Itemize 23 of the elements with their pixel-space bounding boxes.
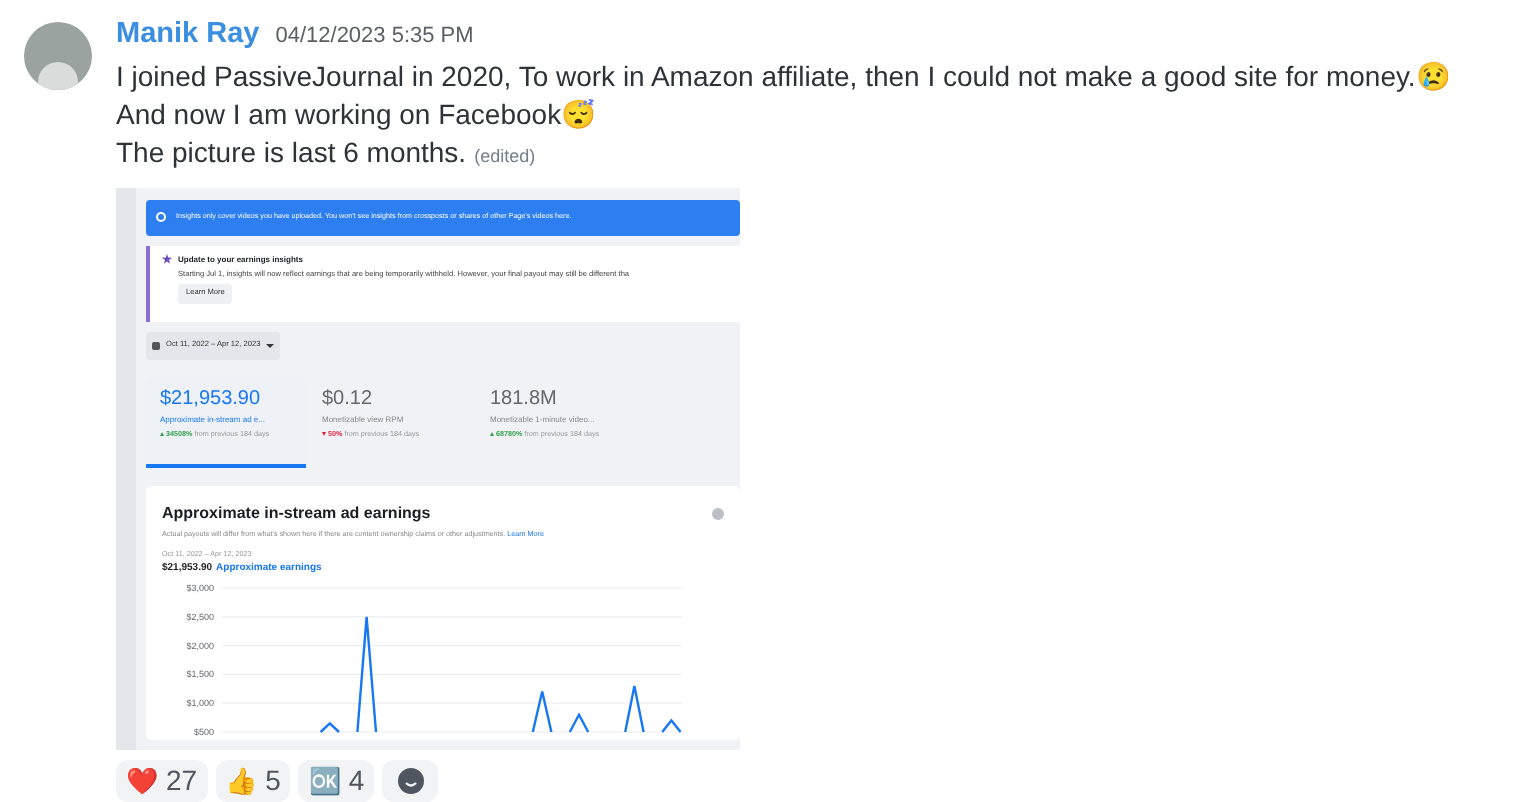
author-name[interactable]: Manik Ray	[116, 14, 260, 58]
reaction-button[interactable]: 🆗 4	[298, 759, 375, 802]
metric-value: $21,953.90	[160, 387, 263, 412]
info-icon	[712, 507, 724, 520]
message-text: And now I am working on Facebook😴	[116, 97, 596, 130]
add-reaction-button[interactable]	[382, 759, 439, 802]
edited-label: (edited)	[474, 145, 536, 166]
smiley-icon	[397, 767, 424, 794]
metric-value: $0.12	[322, 387, 375, 412]
screenshot-attachment[interactable]	[116, 187, 740, 750]
calendar-icon	[152, 341, 160, 350]
info-icon	[156, 212, 166, 223]
chart-title: Approximate in-stream ad earnings	[162, 501, 431, 526]
reaction-button[interactable]: 👍 5	[215, 759, 291, 802]
caret-icon	[266, 343, 275, 348]
reaction-button[interactable]: ❤ 27	[116, 759, 208, 802]
star-icon	[162, 254, 172, 265]
timestamp: 04/12/2023 5:35 PM	[275, 22, 474, 52]
metric-value: 181.8M	[490, 387, 559, 412]
message-text: I joined PassiveJournal in 2020, To work in Amazon affiliate, then I could not make a good site for money.😢	[116, 59, 1450, 92]
avatar[interactable]	[24, 22, 92, 90]
message-text: The picture is last 6 months.	[116, 135, 467, 168]
person-silhouette-icon	[38, 62, 78, 90]
